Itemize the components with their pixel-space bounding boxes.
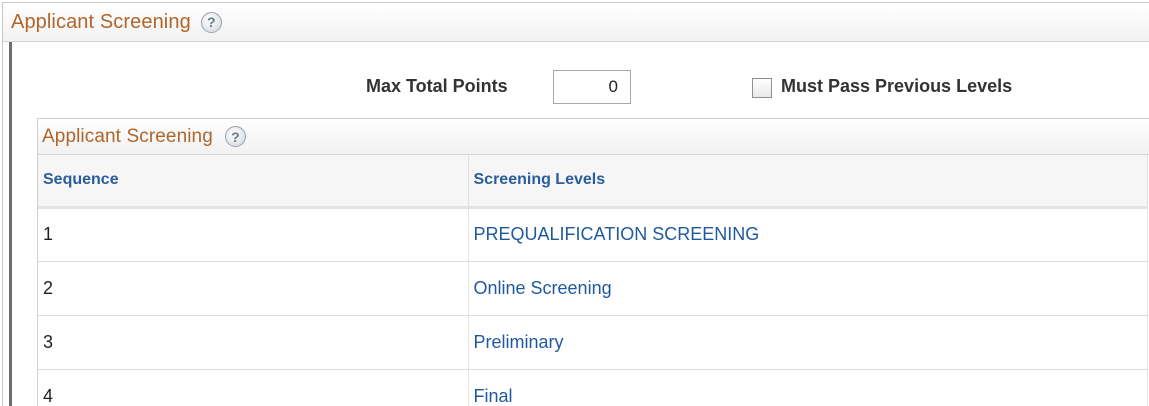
- table-row: 1 PREQUALIFICATION SCREENING: [38, 207, 1148, 262]
- sequence-cell: 3: [38, 315, 469, 370]
- screening-level-cell: Preliminary: [468, 315, 1148, 370]
- grid-header: Applicant Screening ?: [38, 119, 1149, 155]
- table-row: 4 Final: [38, 369, 1148, 406]
- help-icon[interactable]: ?: [200, 11, 222, 33]
- screening-level-cell: PREQUALIFICATION SCREENING: [468, 207, 1148, 262]
- screening-controls: Max Total Points Must Pass Previous Leve…: [0, 70, 1149, 108]
- screening-level-cell: Online Screening: [468, 261, 1148, 316]
- sequence-cell: 4: [38, 369, 469, 406]
- column-header-sequence[interactable]: Sequence: [38, 155, 469, 209]
- sequence-cell: 1: [38, 207, 469, 262]
- max-total-points-input[interactable]: [553, 70, 631, 104]
- section-header: Applicant Screening ?: [3, 3, 1149, 42]
- screening-levels-table: Sequence Screening Levels 1 PREQUALIFICA…: [38, 155, 1148, 406]
- screening-levels-grid: Applicant Screening ? Sequence Screening…: [37, 118, 1149, 406]
- screening-level-cell: Final: [468, 369, 1148, 406]
- sequence-cell: 2: [38, 261, 469, 316]
- table-header-row: Sequence Screening Levels: [38, 155, 1148, 209]
- must-pass-previous-levels-label[interactable]: Must Pass Previous Levels: [781, 76, 1012, 97]
- help-icon[interactable]: ?: [224, 126, 246, 147]
- table-row: 2 Online Screening: [38, 261, 1148, 316]
- column-header-screening-levels[interactable]: Screening Levels: [468, 155, 1148, 209]
- table-row: 3 Preliminary: [38, 315, 1148, 370]
- screening-level-link[interactable]: PREQUALIFICATION SCREENING: [474, 224, 760, 244]
- screening-level-link[interactable]: Online Screening: [474, 278, 612, 298]
- grid-title: Applicant Screening: [42, 125, 213, 147]
- screening-level-link[interactable]: Preliminary: [474, 332, 564, 352]
- section-title: Applicant Screening: [11, 10, 191, 33]
- must-pass-previous-levels-checkbox[interactable]: [752, 78, 772, 98]
- max-total-points-label: Max Total Points: [366, 76, 508, 96]
- screening-level-link[interactable]: Final: [474, 386, 513, 406]
